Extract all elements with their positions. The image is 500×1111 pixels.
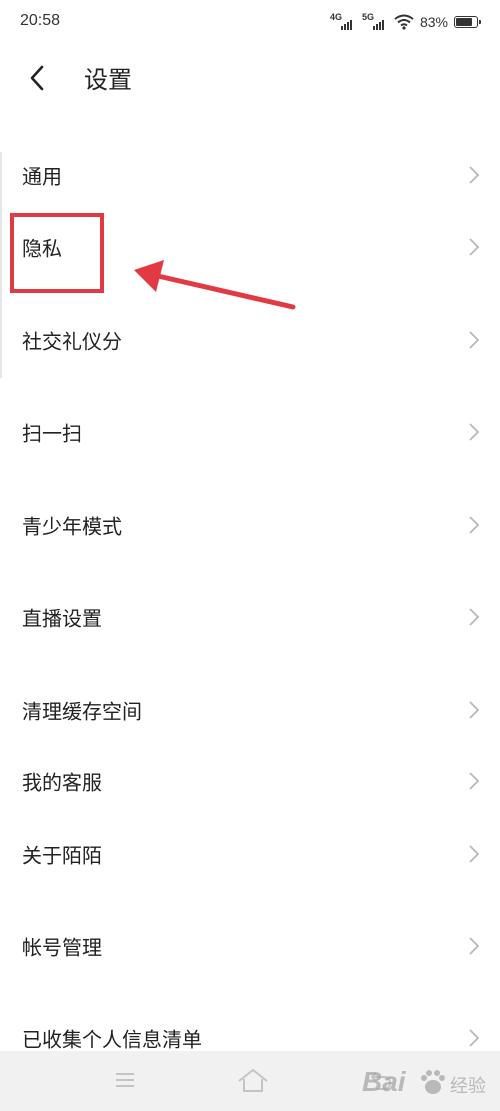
baidu-jingyan-watermark: Bai 经验 [362,1056,486,1106]
chevron-right-icon [469,423,480,441]
menu-item-about[interactable]: 关于陌陌 [0,824,500,884]
battery-icon [454,16,481,28]
wifi-icon [394,14,414,30]
menu-item-label: 社交礼仪分 [22,329,122,354]
watermark-subtext: 经验 [450,1076,486,1097]
paw-icon [421,1070,445,1094]
chevron-left-icon [30,65,44,91]
menu-item-label: 已收集个人信息清单 [22,1027,202,1052]
chevron-right-icon [469,772,480,790]
menu-item-customer-service[interactable]: 我的客服 [0,751,500,811]
menu-item-label: 通用 [22,164,62,189]
menu-item-scan[interactable]: 扫一扫 [0,402,500,462]
chevron-right-icon [469,331,480,349]
chevron-right-icon [469,166,480,184]
battery-percent: 83% [419,14,448,30]
menu-item-live-settings[interactable]: 直播设置 [0,587,500,647]
menu-item-label: 帐号管理 [22,935,102,960]
menu-item-general[interactable]: 通用 [0,145,500,205]
annotation-highlight-box [10,213,104,293]
menu-item-account-management[interactable]: 帐号管理 [0,916,500,976]
chevron-right-icon [469,516,480,534]
menu-item-label: 关于陌陌 [22,843,102,868]
menu-item-social-etiquette-score[interactable]: 社交礼仪分 [0,310,500,370]
chevron-right-icon [469,937,480,955]
menu-item-label: 我的客服 [22,770,102,795]
chevron-right-icon [469,845,480,863]
back-button[interactable] [20,58,54,98]
header: 设置 [0,44,500,114]
chevron-right-icon [469,1029,480,1047]
menu-item-youth-mode[interactable]: 青少年模式 [0,495,500,555]
status-time: 20:58 [20,12,61,29]
cellular-signal-5g-icon: 5G [362,12,384,32]
page-title: 设置 [84,66,132,94]
status-icons: 4G 5G 83% [320,11,481,33]
home-icon[interactable] [236,1067,270,1093]
menu-item-label: 青少年模式 [22,514,122,539]
menu-item-label: 扫一扫 [22,421,82,446]
menu-item-clear-cache[interactable]: 清理缓存空间 [0,680,500,740]
menu-item-label: 清理缓存空间 [22,699,142,724]
chevron-right-icon [469,238,480,256]
watermark-text: Bai [362,1066,406,1097]
battery-level-fill [456,18,472,26]
menu-icon[interactable] [114,1069,136,1091]
chevron-right-icon [469,608,480,626]
status-bar: 20:58 4G 5G 83% [0,0,500,44]
cellular-signal-4g-icon: 4G [330,12,352,32]
menu-item-label: 直播设置 [22,606,102,631]
chevron-right-icon [469,701,480,719]
